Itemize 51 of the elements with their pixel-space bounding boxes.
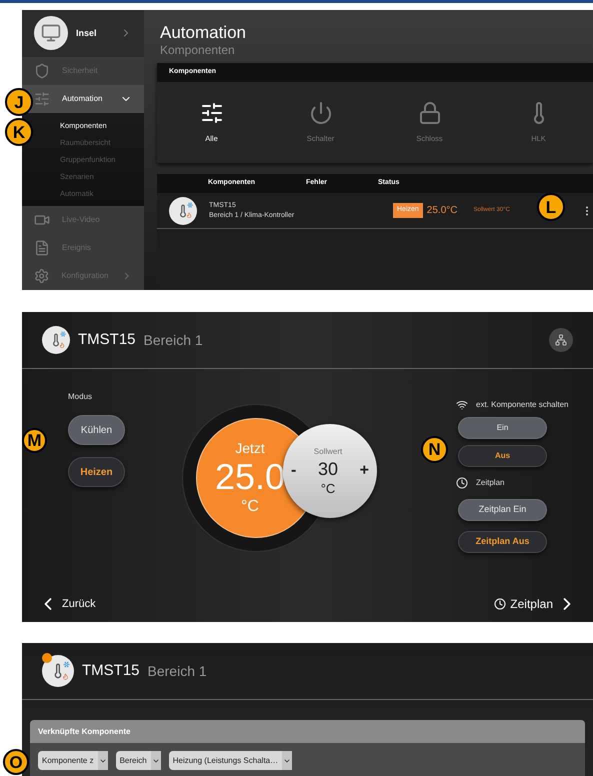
increase-button[interactable]: + bbox=[360, 459, 369, 483]
thermostat-avatar-icon bbox=[42, 655, 74, 687]
device-avatar-icon bbox=[34, 16, 68, 50]
current-value: 25.0 bbox=[214, 459, 286, 495]
toggle-button[interactable]: Ein bbox=[458, 417, 547, 439]
profile-name: Insel bbox=[76, 26, 98, 40]
thermostat-avatar-icon bbox=[42, 326, 70, 354]
setpoint-unit: °C bbox=[320, 482, 336, 494]
thermostat-avatar-icon bbox=[169, 196, 197, 224]
callout-badge: M bbox=[22, 428, 47, 453]
callout-badge: J bbox=[5, 88, 33, 116]
network-icon[interactable] bbox=[549, 328, 573, 352]
toggle-button[interactable]: Kühlen bbox=[68, 415, 125, 445]
clock-icon bbox=[494, 598, 506, 610]
setpoint-label: Sollwert bbox=[314, 448, 342, 456]
lock-icon bbox=[418, 100, 442, 125]
decrease-button[interactable]: - bbox=[291, 459, 296, 483]
sliders-icon bbox=[200, 100, 224, 125]
dropdown[interactable]: Bereich bbox=[116, 751, 161, 770]
temperature-reading: 25.0°C bbox=[426, 204, 458, 218]
device-subtitle: Bereich 1 bbox=[144, 330, 204, 350]
page-title: Automation bbox=[160, 22, 247, 44]
toggle-button[interactable]: Aus bbox=[458, 445, 547, 467]
settings-icon bbox=[34, 268, 50, 284]
document-icon bbox=[34, 240, 50, 256]
device-title: TMST15 bbox=[82, 660, 140, 681]
card-header: Verknüpfte Komponente bbox=[30, 720, 585, 743]
schedule-link[interactable]: Zeitplan bbox=[494, 594, 577, 614]
callout-badge: K bbox=[5, 118, 33, 146]
dropdown[interactable]: Heizung (Leistungs Schalta… bbox=[168, 751, 292, 770]
callout-badge: N bbox=[421, 436, 448, 463]
device-subtitle: Bereich 1 bbox=[148, 662, 208, 680]
current-label: Jetzt bbox=[235, 441, 265, 455]
mode-label: Modus bbox=[68, 391, 94, 403]
schedule-label: Zeitplan bbox=[476, 477, 504, 489]
page-subtitle: Komponenten bbox=[160, 43, 236, 58]
toggle-button[interactable]: Heizen bbox=[68, 457, 125, 487]
current-unit: °C bbox=[241, 499, 259, 515]
sliders-icon bbox=[34, 90, 50, 107]
toggle-button[interactable]: Zeitplan Ein bbox=[458, 499, 547, 521]
switch-label: ext. Komponente schalten bbox=[476, 399, 569, 411]
back-link[interactable]: Zurück bbox=[38, 594, 96, 614]
power-icon bbox=[308, 100, 332, 125]
shield-icon bbox=[34, 62, 50, 79]
device-title: TMST15 bbox=[78, 330, 136, 350]
setpoint-value: 30 bbox=[318, 460, 338, 478]
sidebar-item[interactable]: Automation bbox=[22, 84, 144, 113]
callout-badge: O bbox=[3, 749, 29, 775]
clock-icon bbox=[456, 477, 468, 489]
toggle-button[interactable]: Zeitplan Aus bbox=[458, 531, 547, 553]
dropdown[interactable]: Komponente z bbox=[38, 751, 108, 770]
